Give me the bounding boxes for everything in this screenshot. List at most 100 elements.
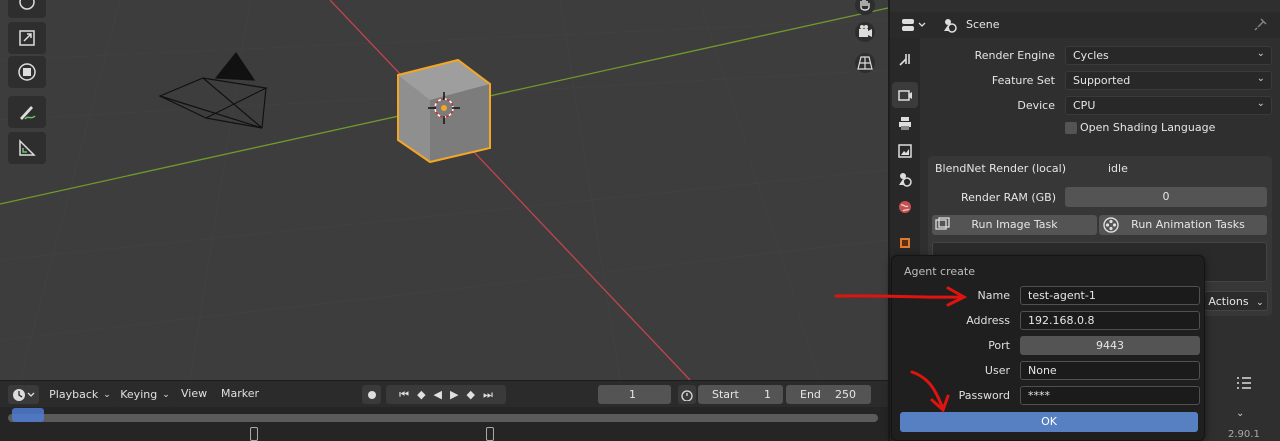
editor-type-dropdown[interactable] [8,385,39,404]
pin-icon[interactable] [1254,17,1268,34]
properties-editor-icon [902,19,926,31]
render-ram-value: 0 [1162,190,1170,203]
chevron-down-icon: ⌄ [1256,98,1265,109]
password-field[interactable]: **** [1020,386,1200,405]
port-label: Port [988,339,1010,352]
3d-viewport[interactable] [0,0,888,380]
preview-range-button[interactable] [678,385,696,404]
address-label: Address [966,314,1010,327]
run-image-label: Run Image Task [971,218,1058,231]
user-field[interactable]: None [1020,361,1200,380]
feature-set-dropdown[interactable]: Supported ⌄ [1065,71,1272,90]
run-animation-tasks-button[interactable]: Run Animation Tasks [1099,215,1267,235]
chevron-down-icon[interactable]: ⌄ [1236,408,1244,419]
render-engine-dropdown[interactable]: Cycles ⌄ [1065,46,1272,65]
scene-icon [942,17,958,36]
end-value: 250 [835,388,856,401]
agent-create-dialog: Agent create Name test-agent-1 Address 1… [891,255,1205,441]
osl-label: Open Shading Language [1080,121,1216,134]
blendnet-status: idle [1108,162,1128,175]
view-menu[interactable]: View [181,387,207,400]
run-animation-label: Run Animation Tasks [1131,218,1245,231]
current-frame-value: 1 [629,388,636,401]
object-icon [900,238,910,248]
blendnet-title: BlendNet Render (local) [935,162,1067,175]
tab-output[interactable] [892,110,918,136]
play-reverse-icon[interactable]: ◀ [434,388,442,401]
chevron-down-icon: ⌄ [1256,48,1265,59]
play-icon[interactable]: ▶ [450,388,458,401]
playback-label: Playback [49,388,99,401]
image-icon [898,144,912,158]
jump-start-icon[interactable]: ⏮ [399,388,409,402]
address-field[interactable]: 192.168.0.8 [1020,311,1200,330]
feature-set-value: Supported [1073,74,1131,87]
password-label: Password [958,389,1010,402]
range-end-handle[interactable] [486,427,494,441]
port-field[interactable]: 9443 [1020,336,1200,355]
timeline-scrollbar[interactable] [8,414,878,422]
transform-all-icon[interactable] [8,56,46,88]
keying-label: Keying [120,388,158,401]
actions-label: Actions [1208,295,1249,308]
list-icon[interactable] [1236,376,1252,393]
device-value: CPU [1073,99,1096,112]
end-frame-field[interactable]: End 250 [786,385,871,404]
stopwatch-icon [681,389,693,401]
camera-view-icon[interactable] [850,17,880,47]
chevron-down-icon: ⌄ [103,389,111,400]
clock-icon [12,388,34,401]
next-keyframe-icon[interactable]: ◆ [466,388,474,401]
tab-render[interactable] [892,82,918,108]
measure-icon[interactable] [8,132,46,164]
scale-icon[interactable] [8,22,46,54]
run-image-task-button[interactable]: Run Image Task [932,215,1097,235]
chevron-down-icon: ⌄ [1256,298,1264,308]
render-ram-label: Render RAM (GB) [960,191,1056,204]
feature-set-label: Feature Set [991,74,1055,87]
end-label: End [800,388,821,401]
ok-button[interactable]: OK [900,412,1198,432]
record-icon [367,390,376,399]
cube-object [397,58,491,164]
printer-icon [899,117,911,130]
device-dropdown[interactable]: CPU ⌄ [1065,96,1272,115]
render-engine-label: Render Engine [974,49,1055,62]
scene-icon [899,173,912,187]
film-reel-icon [1103,217,1119,236]
editor-type-dropdown[interactable] [900,16,930,34]
x-axis-line [329,0,691,380]
perspective-grid-icon[interactable] [850,48,880,78]
playhead-marker[interactable] [12,408,44,422]
tab-object[interactable] [892,230,918,256]
actions-dropdown[interactable]: Actions ⌄ [1204,291,1268,311]
render-icon [898,90,912,101]
render-engine-value: Cycles [1073,49,1109,62]
prev-keyframe-icon[interactable]: ◆ [417,388,425,401]
keying-menu[interactable]: Keying ⌄ [116,385,174,404]
chevron-down-icon: ⌄ [1256,73,1265,84]
annotate-icon[interactable] [8,96,46,128]
transform-icon[interactable] [8,0,46,18]
record-button[interactable] [362,385,381,404]
jump-end-icon[interactable]: ⏭ [483,388,493,402]
device-label: Device [1017,99,1055,112]
tab-view-layer[interactable] [892,138,918,164]
current-frame-field[interactable]: 1 [598,385,671,404]
tab-tool[interactable] [892,46,918,72]
playback-menu[interactable]: Playback ⌄ [46,385,114,404]
start-frame-field[interactable]: Start 1 [698,385,783,404]
name-field[interactable]: test-agent-1 [1020,286,1200,305]
camera-object [158,51,268,129]
tab-world[interactable] [892,194,918,220]
range-start-handle[interactable] [250,427,258,441]
user-label: User [984,364,1010,377]
marker-menu[interactable]: Marker [221,387,259,400]
start-label: Start [712,388,739,401]
image-task-icon [935,217,951,234]
osl-checkbox[interactable] [1065,122,1077,134]
world-icon [899,201,911,213]
tab-scene[interactable] [892,166,918,192]
render-ram-field[interactable]: 0 [1065,187,1267,207]
version-label: 2.90.1 [1228,429,1260,440]
